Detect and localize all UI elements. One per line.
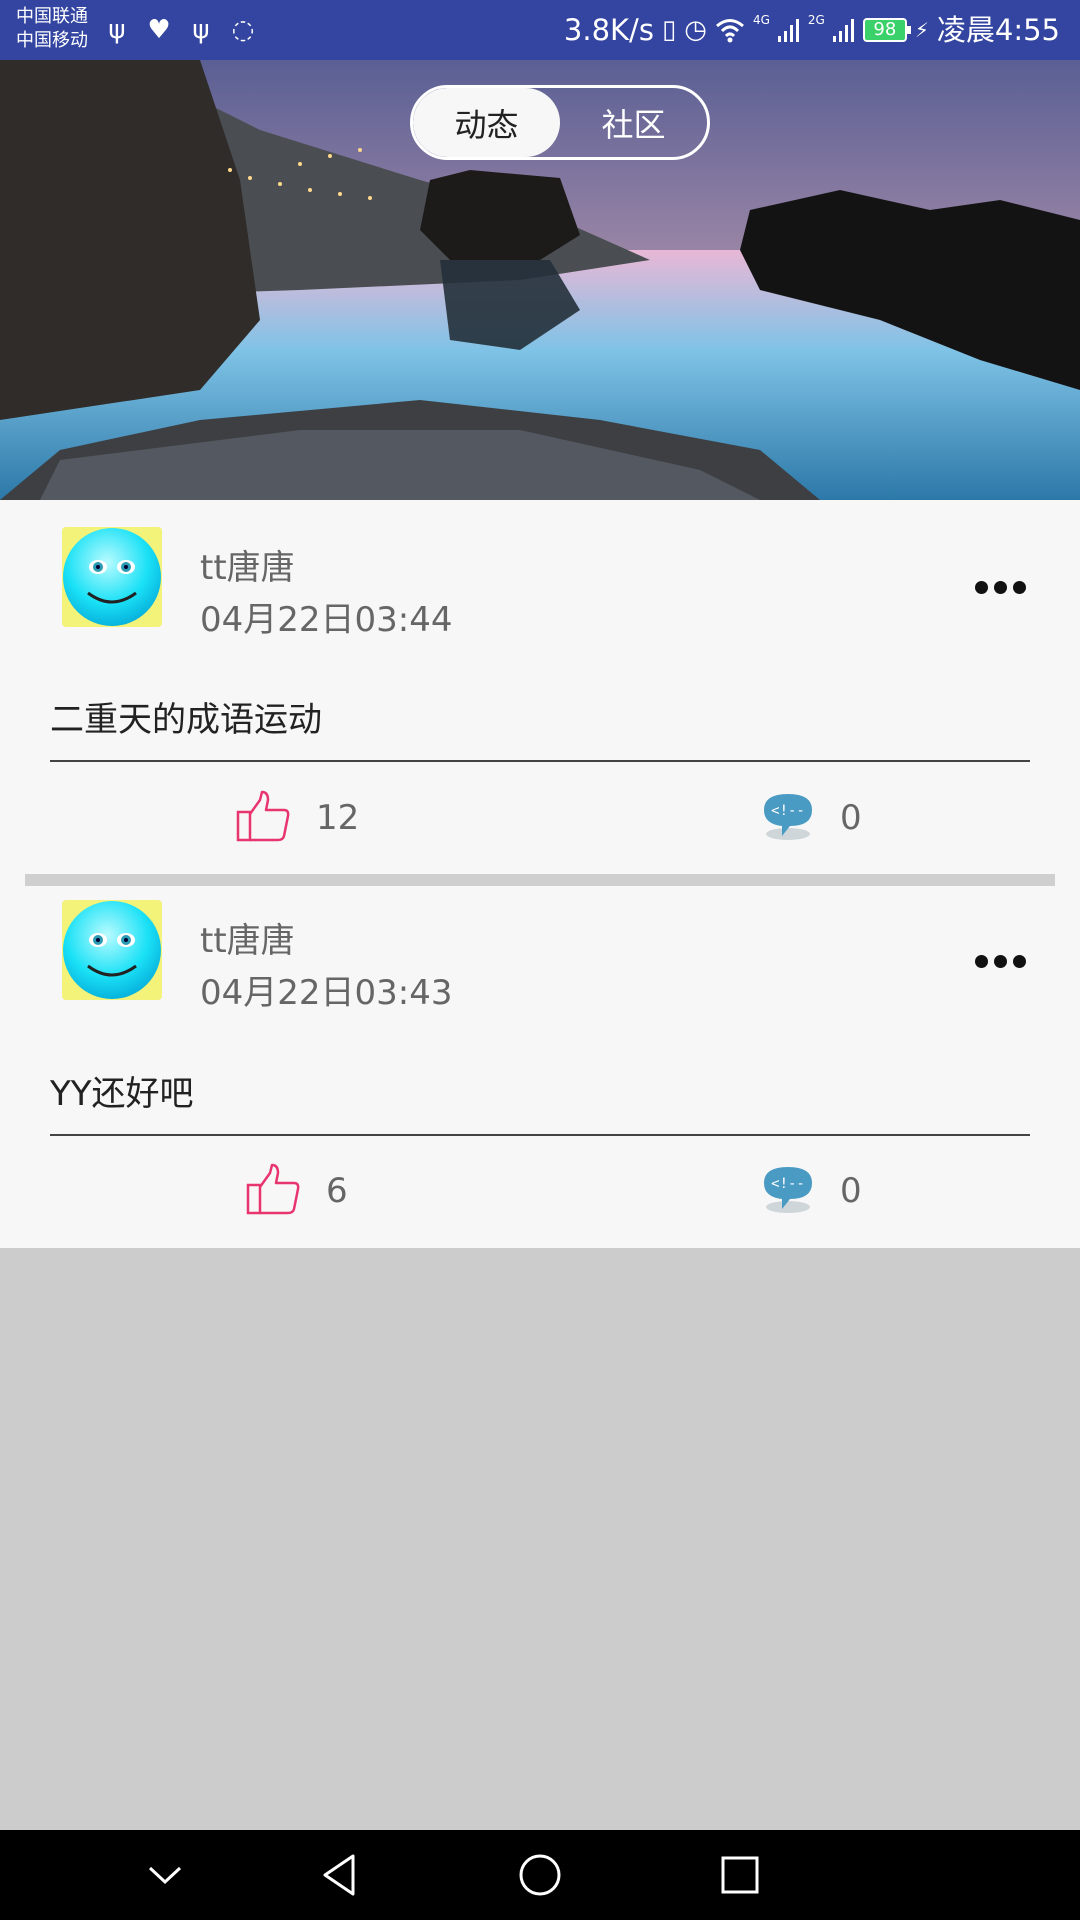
comment-icon[interactable]: <!-- [760, 1163, 816, 1217]
clock: 凌晨4:55 [936, 13, 1060, 47]
like-count: 12 [316, 798, 360, 838]
post-separator [25, 874, 1055, 886]
avatar[interactable] [62, 527, 162, 627]
status-bar: 中国联通 中国移动 ψ ♥ ψ ◌ 3.8K/s ▯ ◷ 4G 2G 98 ⚡ … [0, 0, 1080, 60]
vibrate-icon: ▯ [661, 15, 677, 45]
signal-label-4g: 4G [752, 13, 770, 27]
sync-icon: ◌ [231, 15, 255, 45]
smiley-face-icon [63, 901, 161, 999]
post-content: YY还好吧 [50, 1074, 194, 1114]
post-card: tt唐唐 04月22日03:43 YY还好吧 6 <!-- 0 [0, 886, 1080, 1248]
feed-list: tt唐唐 04月22日03:44 二重天的成语运动 12 <!-- 0 tt唐唐… [0, 500, 1080, 1248]
net-speed: 3.8K/s [563, 13, 654, 47]
collapse-icon[interactable] [140, 1850, 190, 1900]
carrier-2: 中国移动 [16, 30, 88, 51]
thumbs-up-icon[interactable] [236, 790, 290, 842]
charging-icon: ⚡ [914, 18, 929, 42]
more-options-icon[interactable] [970, 946, 1030, 976]
signal-icon [777, 19, 799, 42]
usb-icon: ψ [192, 15, 210, 45]
tab-community[interactable]: 社区 [560, 88, 707, 157]
status-right: 3.8K/s ▯ ◷ 4G 2G 98 ⚡ 凌晨4:55 [564, 10, 1060, 50]
like-count: 6 [326, 1171, 348, 1211]
divider [50, 1134, 1030, 1136]
signal-label-2g: 2G [807, 13, 825, 27]
smiley-face-icon [63, 528, 161, 626]
usb-icon: ψ [108, 15, 126, 45]
comment-icon[interactable]: <!-- [760, 790, 816, 844]
svg-text:<!--: <!-- [771, 1176, 805, 1192]
navigation-bar [0, 1830, 1080, 1920]
post-card: tt唐唐 04月22日03:44 二重天的成语运动 12 <!-- 0 [0, 500, 1080, 870]
battery-icon: 98 [862, 18, 911, 42]
svg-text:<!--: <!-- [771, 803, 805, 819]
notification-icons: ψ ♥ ψ ◌ [102, 14, 258, 46]
wifi-icon [715, 19, 744, 43]
home-icon[interactable] [515, 1850, 565, 1900]
post-time: 04月22日03:43 [200, 973, 453, 1013]
more-options-icon[interactable] [970, 572, 1030, 602]
alarm-icon: ◷ [684, 15, 707, 45]
divider [50, 760, 1030, 762]
post-username[interactable]: tt唐唐 [200, 913, 295, 962]
carrier-1: 中国联通 [16, 6, 88, 27]
back-icon[interactable] [315, 1850, 365, 1900]
comment-count: 0 [840, 798, 862, 838]
tab-switcher: 动态 社区 [410, 85, 710, 160]
post-username[interactable]: tt唐唐 [200, 540, 295, 589]
signal-icon [832, 19, 854, 42]
health-icon: ♥ [147, 15, 171, 45]
post-time: 04月22日03:44 [200, 600, 453, 640]
carrier-labels: 中国联通 中国移动 [16, 5, 88, 53]
tab-feed[interactable]: 动态 [413, 88, 560, 157]
comment-count: 0 [840, 1171, 862, 1211]
avatar[interactable] [62, 900, 162, 1000]
recents-icon[interactable] [715, 1850, 765, 1900]
post-content: 二重天的成语运动 [50, 700, 322, 740]
thumbs-up-icon[interactable] [246, 1163, 300, 1215]
